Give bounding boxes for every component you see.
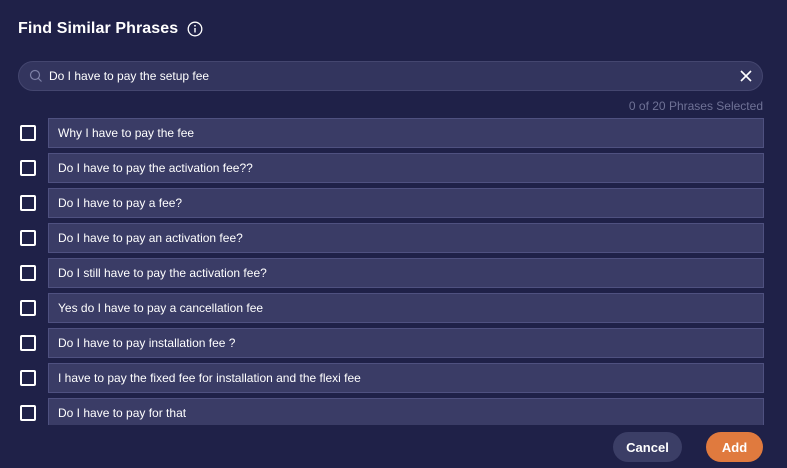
phrase-text[interactable]: Do I have to pay the activation fee??: [48, 153, 764, 183]
phrase-text[interactable]: Do I still have to pay the activation fe…: [48, 258, 764, 288]
dialog-title: Find Similar Phrases: [18, 20, 179, 37]
dialog-header: Find Similar Phrases: [18, 16, 203, 42]
list-item: Do I have to pay installation fee ?: [18, 328, 764, 358]
list-item: I have to pay the fixed fee for installa…: [18, 363, 764, 393]
phrase-text[interactable]: Yes do I have to pay a cancellation fee: [48, 293, 764, 323]
phrase-checkbox[interactable]: [20, 405, 36, 421]
phrase-checkbox[interactable]: [20, 195, 36, 211]
phrase-text[interactable]: I have to pay the fixed fee for installa…: [48, 363, 764, 393]
phrase-list[interactable]: Why I have to pay the fee Do I have to p…: [18, 118, 764, 425]
info-circle-icon[interactable]: [187, 21, 203, 37]
close-icon[interactable]: [739, 69, 753, 83]
search-bar: [18, 61, 763, 91]
phrase-checkbox[interactable]: [20, 370, 36, 386]
selection-counter: 0 of 20 Phrases Selected: [628, 99, 763, 113]
phrase-checkbox[interactable]: [20, 265, 36, 281]
phrase-text[interactable]: Do I have to pay for that: [48, 398, 764, 425]
phrase-checkbox[interactable]: [20, 160, 36, 176]
list-item: Do I have to pay a fee?: [18, 188, 764, 218]
phrase-text[interactable]: Do I have to pay an activation fee?: [48, 223, 764, 253]
phrase-checkbox[interactable]: [20, 230, 36, 246]
phrase-checkbox[interactable]: [20, 125, 36, 141]
dialog-footer: Cancel Add: [613, 432, 763, 462]
phrase-text[interactable]: Do I have to pay installation fee ?: [48, 328, 764, 358]
search-icon: [29, 69, 43, 83]
phrase-checkbox[interactable]: [20, 300, 36, 316]
list-item: Yes do I have to pay a cancellation fee: [18, 293, 764, 323]
phrase-text[interactable]: Do I have to pay a fee?: [48, 188, 764, 218]
list-item: Do I have to pay for that: [18, 398, 764, 425]
list-item: Do I still have to pay the activation fe…: [18, 258, 764, 288]
phrase-text[interactable]: Why I have to pay the fee: [48, 118, 764, 148]
search-input[interactable]: [49, 62, 739, 90]
list-item: Do I have to pay the activation fee??: [18, 153, 764, 183]
find-similar-phrases-dialog: Find Similar Phrases 0 of 20 Phrases Sel…: [0, 0, 787, 468]
phrase-checkbox[interactable]: [20, 335, 36, 351]
list-item: Do I have to pay an activation fee?: [18, 223, 764, 253]
list-item: Why I have to pay the fee: [18, 118, 764, 148]
add-button[interactable]: Add: [706, 432, 763, 462]
cancel-button[interactable]: Cancel: [613, 432, 682, 462]
